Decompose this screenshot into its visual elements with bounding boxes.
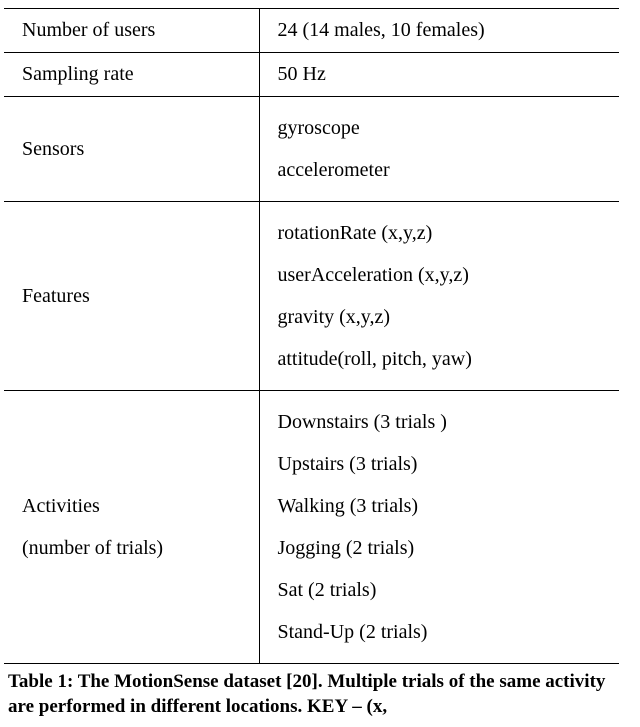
value-line: Stand-Up (2 trials) bbox=[278, 611, 602, 653]
value-line: Upstairs (3 trials) bbox=[278, 443, 602, 485]
row-value: rotationRate (x,y,z) userAcceleration (x… bbox=[259, 202, 619, 391]
dataset-table: Number of users 24 (14 males, 10 females… bbox=[4, 8, 619, 664]
row-label: Sampling rate bbox=[4, 53, 259, 97]
row-value: 50 Hz bbox=[259, 53, 619, 97]
value-line: Sat (2 trials) bbox=[278, 569, 602, 611]
label-line: (number of trials) bbox=[22, 527, 241, 569]
label-line: Activities bbox=[22, 485, 241, 527]
value-line: Walking (3 trials) bbox=[278, 485, 602, 527]
row-label: Features bbox=[4, 202, 259, 391]
value-line: Downstairs (3 trials ) bbox=[278, 401, 602, 443]
row-label: Number of users bbox=[4, 9, 259, 53]
row-label: Sensors bbox=[4, 97, 259, 202]
value-line: attitude(roll, pitch, yaw) bbox=[278, 338, 602, 380]
row-value: 24 (14 males, 10 females) bbox=[259, 9, 619, 53]
row-value: gyroscope accelerometer bbox=[259, 97, 619, 202]
value-line: gyroscope bbox=[278, 107, 602, 149]
value-line: rotationRate (x,y,z) bbox=[278, 212, 602, 254]
row-label: Activities (number of trials) bbox=[4, 391, 259, 664]
row-value: Downstairs (3 trials ) Upstairs (3 trial… bbox=[259, 391, 619, 664]
value-line: accelerometer bbox=[278, 149, 602, 191]
value-line: gravity (x,y,z) bbox=[278, 296, 602, 338]
table-caption: Table 1: The MotionSense dataset [20]. M… bbox=[4, 670, 636, 719]
value-line: Jogging (2 trials) bbox=[278, 527, 602, 569]
value-line: userAcceleration (x,y,z) bbox=[278, 254, 602, 296]
